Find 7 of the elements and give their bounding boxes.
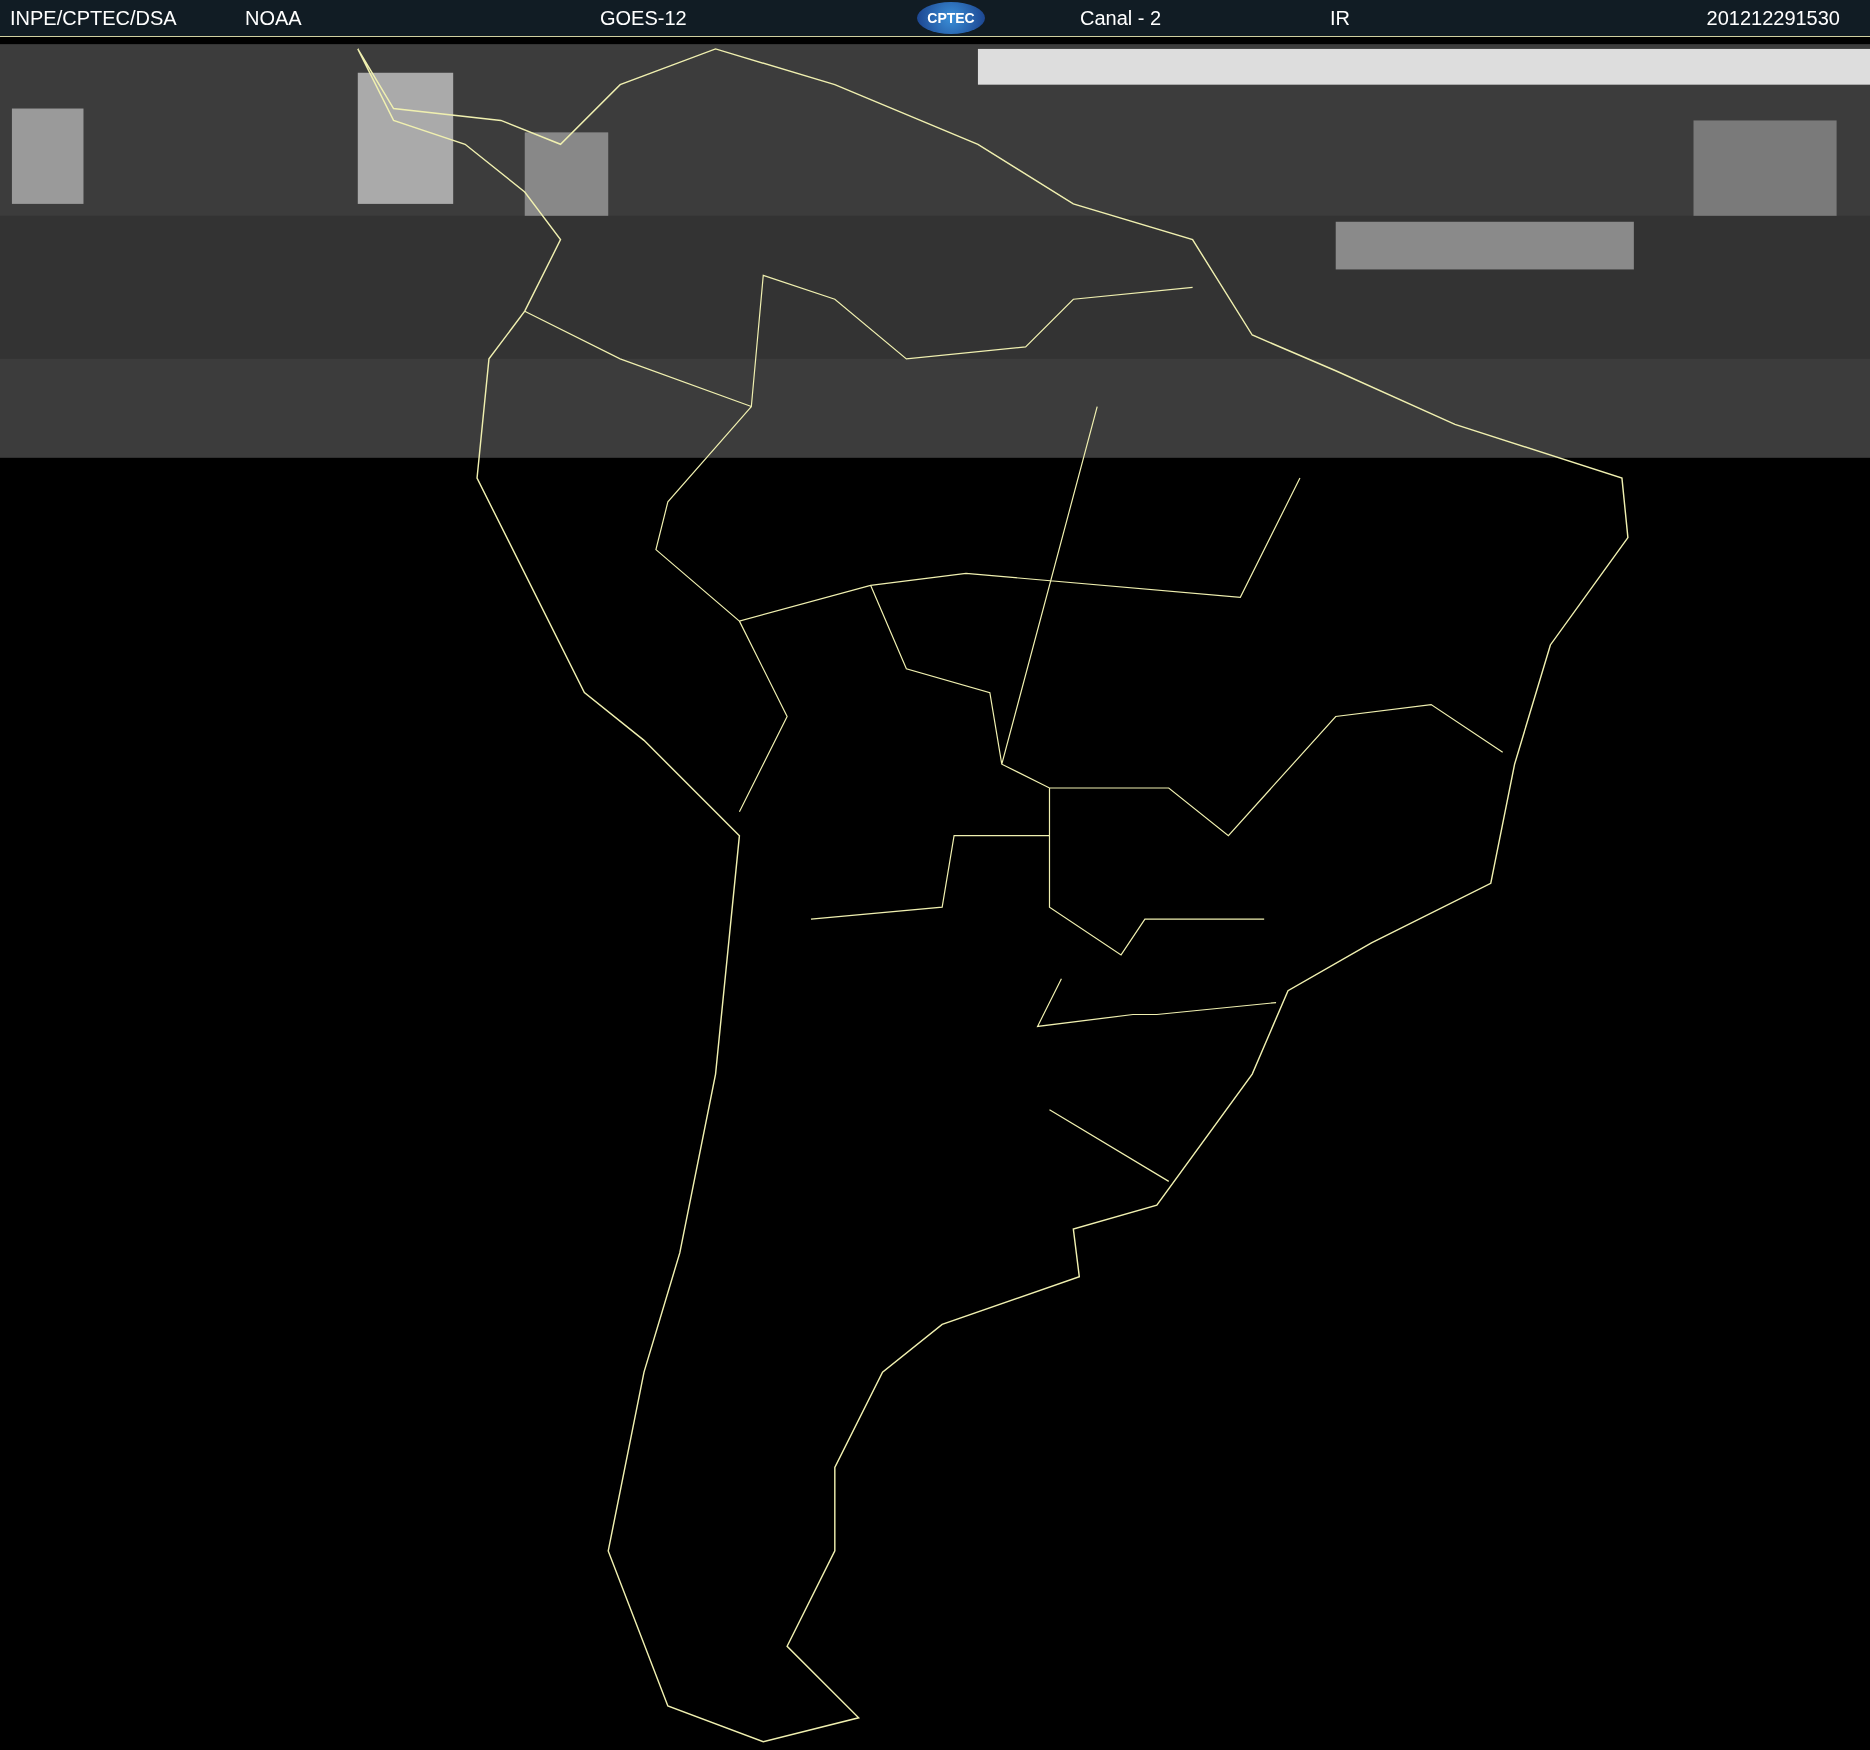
satellite-label: GOES-12 — [600, 6, 687, 30]
band-label: IR — [1330, 6, 1350, 30]
agency-label: NOAA — [245, 6, 302, 30]
logo: CPTEC — [917, 2, 985, 34]
channel-label: Canal - 2 — [1080, 6, 1162, 30]
source-label: INPE/CPTEC/DSA — [10, 6, 177, 30]
timestamp-label: 201212291530 — [1706, 6, 1840, 30]
